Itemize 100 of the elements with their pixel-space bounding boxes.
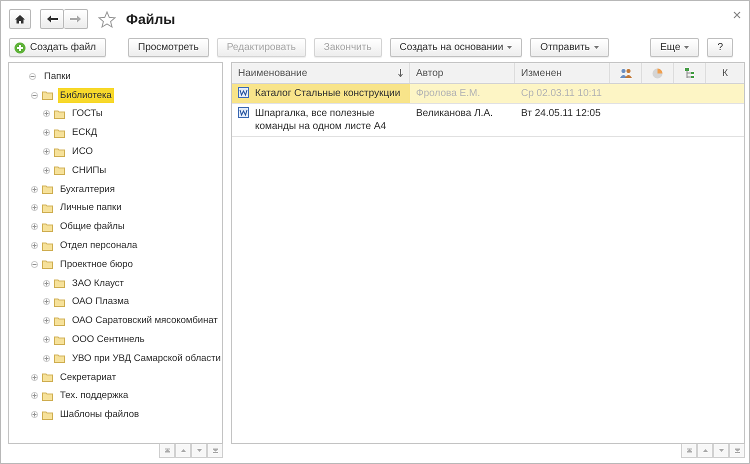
folder-icon — [42, 259, 53, 270]
folder-icon — [54, 108, 65, 119]
home-icon — [15, 14, 25, 24]
scroll-button[interactable] — [175, 444, 191, 458]
expand-icon[interactable] — [31, 392, 38, 400]
tree-item[interactable]: ООО Сентинель — [70, 332, 147, 348]
forward-arrow-icon — [70, 15, 81, 23]
scroll-button[interactable] — [713, 444, 729, 458]
table-cell: Вт 24.05.11 12:05 — [521, 108, 601, 119]
tree-item[interactable]: ЗАО Клауст — [70, 276, 126, 291]
expand-icon[interactable] — [31, 374, 38, 381]
folder-icon — [42, 202, 53, 213]
column-header[interactable]: К — [706, 63, 744, 83]
expand-icon[interactable] — [43, 354, 50, 362]
toolbar-button[interactable]: Отправить — [530, 38, 609, 57]
folder-icon — [54, 316, 65, 326]
folder-icon — [54, 278, 65, 288]
tree-item[interactable]: СНИПы — [70, 162, 108, 178]
tree-item[interactable]: ГОСТы — [70, 106, 105, 122]
create-button[interactable]: Создать файл — [9, 38, 106, 57]
people-icon — [620, 68, 632, 78]
last-icon — [212, 448, 218, 453]
tree-item[interactable]: ЕСКД — [70, 125, 100, 140]
tree-item[interactable]: ИСО — [70, 144, 95, 160]
down-arrow-icon — [718, 448, 724, 453]
expand-icon[interactable] — [31, 411, 38, 418]
first-icon — [686, 448, 692, 453]
first-icon — [164, 448, 170, 453]
column-header[interactable]: Изменен — [515, 63, 610, 83]
folder-icon — [42, 410, 53, 420]
folder-icon — [54, 165, 65, 176]
back-button[interactable] — [40, 9, 64, 29]
toolbar-button[interactable]: Просмотреть — [128, 38, 209, 57]
folder-icon — [42, 184, 53, 194]
tree-item[interactable]: Бухгалтерия — [58, 182, 117, 197]
scroll-button[interactable] — [729, 444, 745, 458]
collapse-icon[interactable] — [31, 260, 38, 268]
folder-icon — [42, 90, 53, 100]
folder-icon — [42, 390, 53, 401]
tree-item[interactable]: Папки — [42, 68, 73, 84]
scroll-button[interactable] — [681, 444, 697, 458]
expand-icon[interactable] — [43, 298, 50, 306]
column-header[interactable]: Автор — [410, 63, 515, 83]
scroll-button[interactable] — [191, 444, 207, 458]
table-row[interactable]: Шпаргалка, все полезные команды на одном листе А4 Великанова Л.А. Вт 24.05.11 12:05 — [232, 104, 744, 137]
home-button[interactable] — [9, 9, 31, 29]
table-cell: Каталог Стальные конструкции — [255, 87, 400, 100]
last-icon — [734, 448, 740, 453]
table-cell-text: Шпаргалка, все полезные команды на одном листе А4 — [255, 107, 388, 133]
expand-icon[interactable] — [31, 204, 38, 212]
expand-icon[interactable] — [31, 223, 38, 230]
scroll-button[interactable] — [697, 444, 713, 458]
tree-item[interactable]: Тех. поддержка — [58, 388, 130, 404]
expand-icon[interactable] — [43, 166, 50, 174]
expand-icon[interactable] — [43, 336, 50, 344]
sort-arrow-icon — [398, 69, 403, 77]
document-icon — [238, 107, 249, 118]
tree-item[interactable]: Отдел персонала — [58, 238, 140, 254]
tree-item[interactable]: ОАО Плазма — [70, 294, 132, 310]
tree-item[interactable]: Личные папки — [58, 200, 124, 216]
caret-icon — [594, 46, 599, 49]
expand-icon[interactable] — [43, 110, 50, 118]
folder-icon — [54, 146, 65, 157]
up-arrow-icon — [702, 448, 708, 453]
toolbar-button[interactable]: Еще — [650, 38, 700, 57]
expand-icon[interactable] — [43, 148, 50, 156]
caret-icon — [507, 46, 512, 49]
pie-chart-icon — [652, 68, 663, 78]
folder-icon — [54, 353, 65, 364]
table-cell: Ср 02.03.11 10:11 — [521, 88, 602, 99]
table-row[interactable]: Каталог Стальные конструкции Фролова Е.М. Ср 02.03.11 10:11 — [232, 84, 744, 104]
document-icon — [238, 87, 249, 98]
scroll-button[interactable] — [159, 444, 175, 458]
expand-icon[interactable] — [31, 186, 38, 193]
expand-icon[interactable] — [43, 129, 50, 136]
toolbar-button[interactable]: Создать на основании — [390, 38, 522, 57]
tree-item[interactable]: Проектное бюро — [58, 256, 135, 272]
collapse-icon[interactable] — [31, 92, 38, 99]
toolbar-button[interactable]: ? — [707, 38, 733, 57]
down-arrow-icon — [196, 448, 202, 453]
folder-icon — [42, 222, 53, 232]
expand-icon[interactable] — [31, 242, 38, 250]
collapse-icon[interactable] — [29, 72, 36, 80]
plus-icon — [14, 42, 26, 54]
tree-item[interactable]: Секретариат — [58, 370, 118, 385]
column-header[interactable]: Наименование — [232, 63, 410, 83]
caret-icon — [684, 46, 690, 49]
tree-item[interactable]: ОАО Саратовский мясокомбинат — [70, 313, 220, 328]
tree-item[interactable]: УВО при УВД Самарской области — [70, 350, 222, 366]
tree-item[interactable]: Шаблоны файлов — [58, 407, 142, 422]
folder-icon — [42, 240, 53, 251]
tree-item[interactable]: Библиотека — [58, 88, 114, 103]
expand-icon[interactable] — [43, 317, 50, 324]
scroll-button[interactable] — [207, 444, 223, 458]
back-arrow-icon — [46, 15, 58, 23]
close-icon[interactable] — [733, 11, 741, 19]
star-icon[interactable] — [98, 10, 116, 28]
expand-icon[interactable] — [43, 280, 50, 287]
tree-item[interactable]: Общие файлы — [58, 219, 127, 234]
folder-icon — [54, 128, 65, 138]
